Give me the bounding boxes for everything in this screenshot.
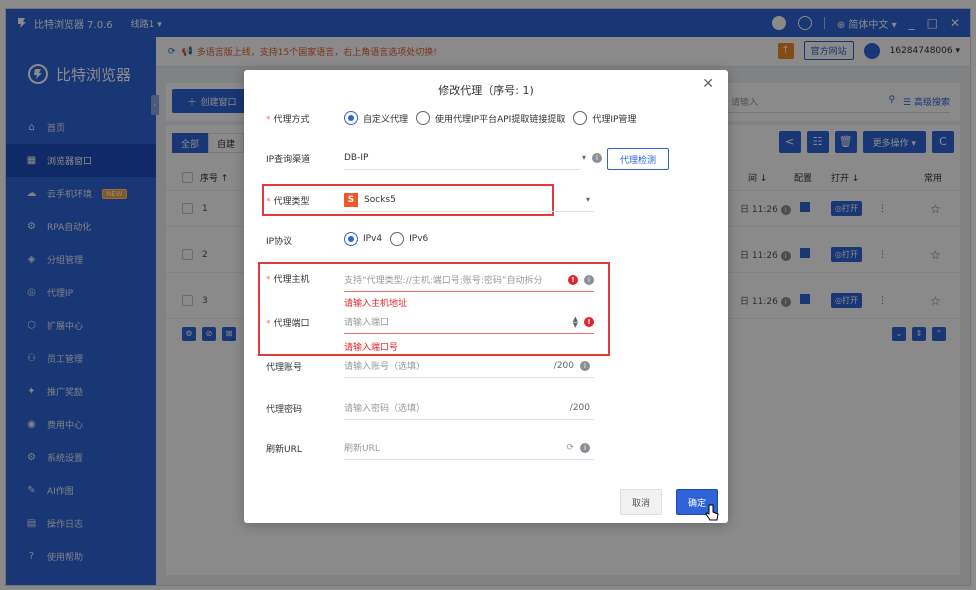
ip-protocol-radios: IPv4 IPv6 <box>344 232 436 246</box>
password-counter: /200 <box>569 402 590 413</box>
radio-ipv4[interactable] <box>344 232 358 246</box>
host-label: * 代理主机 <box>266 275 310 285</box>
ip-channel-select[interactable]: DB-IP ▾ i <box>344 146 602 170</box>
password-label: 代理密码 <box>266 405 303 415</box>
radio-custom-proxy-label: 自定义代理 <box>363 114 409 125</box>
proxy-mode-label: * 代理方式 <box>266 114 310 125</box>
info-icon[interactable]: i <box>592 152 602 163</box>
ip-channel-label: IP查询渠道 <box>266 155 311 165</box>
ip-channel-value: DB-IP <box>344 152 369 163</box>
error-icon: ! <box>584 316 594 327</box>
port-text: 代理端口 <box>273 319 310 329</box>
account-placeholder: 请输入账号（选填） <box>344 362 426 372</box>
host-error: 请输入主机地址 <box>344 299 408 309</box>
chevron-down-icon: ▾ <box>585 195 590 204</box>
refresh-url-label: 刷新URL <box>266 445 302 455</box>
radio-api-extract-label: 使用代理IP平台API提取链接提取 <box>435 114 566 125</box>
proxy-mode-row: * 代理方式 自定义代理 使用代理IP平台API提取链接提取 代理IP管理 <box>244 106 728 130</box>
port-input[interactable]: 请输入端口 ▲ ▼! <box>344 310 594 334</box>
cancel-button[interactable]: 取消 <box>620 489 662 515</box>
dialog-title: 修改代理（序号: 1) <box>438 84 534 97</box>
radio-ipv6[interactable] <box>390 232 405 246</box>
error-icon: ! <box>568 274 578 285</box>
radio-custom-proxy[interactable] <box>344 111 358 125</box>
account-label: 代理账号 <box>266 363 303 373</box>
stepper-icon[interactable]: ▲ ▼ <box>573 315 578 328</box>
proxy-detect-button[interactable]: 代理检测 <box>607 148 670 170</box>
port-label: * 代理端口 <box>266 319 310 329</box>
radio-ipv4-label: IPv4 <box>363 234 383 244</box>
password-placeholder: 请输入密码（选填） <box>344 404 426 414</box>
refresh-url-input[interactable]: 刷新URL ⟳ i <box>344 436 594 460</box>
port-placeholder: 请输入端口 <box>344 318 390 328</box>
proxy-type-text: 代理类型 <box>273 197 310 207</box>
socks5-logo-icon: S <box>344 192 358 207</box>
radio-ip-manage-label: 代理IP管理 <box>592 114 637 125</box>
port-error: 请输入端口号 <box>344 343 399 353</box>
radio-api-extract[interactable] <box>416 111 431 125</box>
account-counter: /200 <box>553 360 574 371</box>
host-text: 代理主机 <box>273 275 310 285</box>
chevron-down-icon: ▾ <box>581 153 586 162</box>
edit-proxy-dialog: 修改代理（序号: 1) ✕ * 代理方式 自定义代理 使用代理IP平台API提取链… <box>244 70 728 523</box>
account-input[interactable]: 请输入账号（选填） /200 i <box>344 354 594 378</box>
password-input[interactable]: 请输入密码（选填） /200 <box>344 396 594 420</box>
refresh-icon[interactable]: ⟳ <box>566 443 574 453</box>
ip-protocol-label: IP协议 <box>266 237 293 247</box>
close-icon[interactable]: ✕ <box>702 76 714 92</box>
host-input[interactable]: 支持“代理类型://主机:端口号:账号:密码”自动拆分 ! i <box>344 268 594 292</box>
proxy-mode-text: 代理方式 <box>273 114 310 125</box>
host-placeholder: 支持“代理类型://主机:端口号:账号:密码”自动拆分 <box>344 276 543 286</box>
proxy-type-label: * 代理类型 <box>266 197 310 207</box>
radio-ip-manage[interactable] <box>573 111 588 125</box>
mouse-cursor-icon <box>705 504 719 521</box>
proxy-type-value: Socks5 <box>364 194 396 205</box>
radio-ipv6-label: IPv6 <box>409 234 429 244</box>
proxy-mode-radios: 自定义代理 使用代理IP平台API提取链接提取 代理IP管理 <box>344 111 644 125</box>
proxy-type-select[interactable]: S Socks5 ▾ <box>344 188 594 212</box>
refresh-url-placeholder: 刷新URL <box>344 444 380 454</box>
info-icon[interactable]: i <box>580 360 590 371</box>
info-icon[interactable]: i <box>580 442 590 453</box>
info-icon[interactable]: i <box>584 274 594 285</box>
